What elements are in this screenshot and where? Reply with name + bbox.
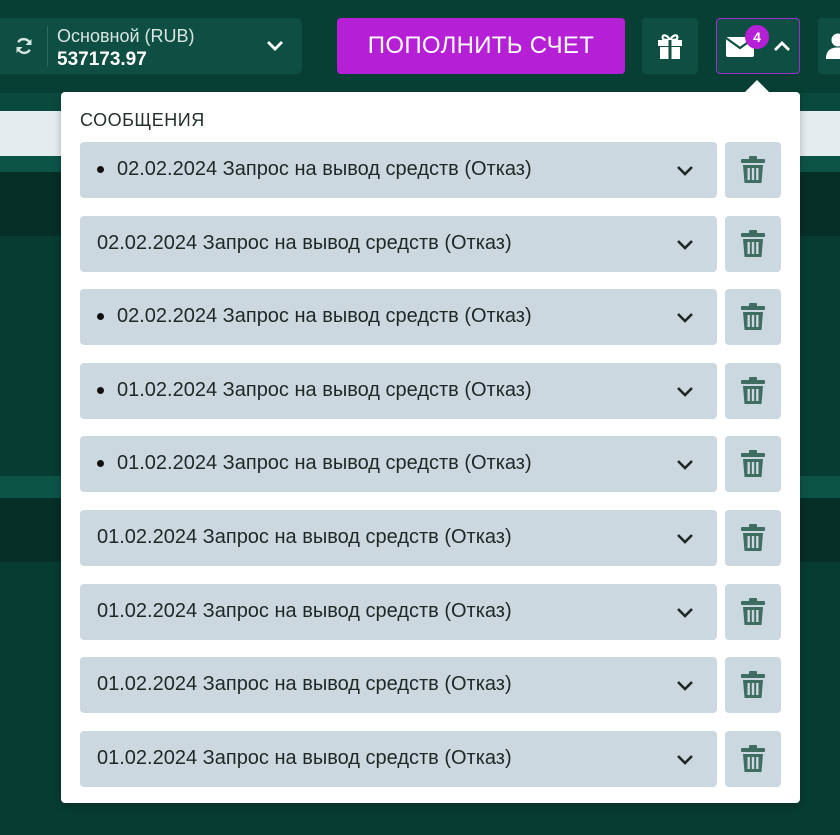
message-subject: 01.02.2024 Запрос на вывод средств (Отка… [97, 673, 512, 695]
message-subject: 02.02.2024 Запрос на вывод средств (Отка… [97, 232, 512, 254]
gift-button[interactable] [642, 18, 698, 74]
message-subject: 02.02.2024 Запрос на вывод средств (Отка… [117, 158, 532, 180]
chevron-down-icon[interactable] [265, 38, 285, 54]
message-item[interactable]: 01.02.2024 Запрос на вывод средств (Отка… [80, 436, 717, 492]
gift-icon [658, 34, 682, 59]
message-subject: 01.02.2024 Запрос на вывод средств (Отка… [117, 452, 532, 474]
message-item[interactable]: 02.02.2024 Запрос на вывод средств (Отка… [80, 289, 717, 345]
unread-dot-icon [97, 387, 104, 394]
unread-dot-icon [97, 460, 104, 467]
delete-message-button[interactable] [725, 142, 781, 198]
account-name: Основной (RUB) [57, 26, 195, 46]
chevron-down-icon[interactable] [675, 679, 695, 698]
chevron-down-icon[interactable] [675, 753, 695, 772]
delete-message-button[interactable] [725, 436, 781, 492]
message-subject: 01.02.2024 Запрос на вывод средств (Отка… [97, 526, 512, 548]
balance-amount: 537173.97 [57, 49, 147, 70]
message-subject: 02.02.2024 Запрос на вывод средств (Отка… [117, 305, 532, 327]
message-item[interactable]: 01.02.2024 Запрос на вывод средств (Отка… [80, 510, 717, 566]
unread-dot-icon [97, 166, 104, 173]
deposit-button[interactable]: ПОПОЛНИТЬ СЧЕТ [337, 18, 625, 74]
unread-dot-icon [97, 313, 104, 320]
message-subject: 01.02.2024 Запрос на вывод средств (Отка… [97, 600, 512, 622]
messages-button[interactable]: 4 [716, 18, 800, 74]
chevron-down-icon[interactable] [675, 311, 695, 330]
message-item[interactable]: 02.02.2024 Запрос на вывод средств (Отка… [80, 216, 717, 272]
chevron-down-icon[interactable] [675, 164, 695, 183]
delete-message-button[interactable] [725, 289, 781, 345]
delete-message-button[interactable] [725, 510, 781, 566]
delete-message-button[interactable] [725, 657, 781, 713]
balance-selector[interactable]: Основной (RUB) 537173.97 [0, 18, 302, 74]
chevron-down-icon[interactable] [675, 385, 695, 404]
delete-message-button[interactable] [725, 216, 781, 272]
user-icon [826, 33, 840, 59]
refresh-icon[interactable] [14, 36, 34, 56]
messages-dropdown: СООБЩЕНИЯ 02.02.2024 Запрос на вывод сре… [61, 80, 800, 803]
divider [47, 26, 48, 66]
delete-message-button[interactable] [725, 363, 781, 419]
dropdown-caret [745, 80, 769, 92]
delete-message-button[interactable] [725, 731, 781, 787]
chevron-down-icon[interactable] [675, 238, 695, 257]
message-item[interactable]: 01.02.2024 Запрос на вывод средств (Отка… [80, 731, 717, 787]
unread-count-badge: 4 [745, 25, 769, 49]
delete-message-button[interactable] [725, 584, 781, 640]
chevron-up-icon [774, 41, 790, 51]
chevron-down-icon[interactable] [675, 606, 695, 625]
chevron-down-icon[interactable] [675, 458, 695, 477]
message-subject: 01.02.2024 Запрос на вывод средств (Отка… [117, 379, 532, 401]
message-item[interactable]: 01.02.2024 Запрос на вывод средств (Отка… [80, 584, 717, 640]
user-profile-button[interactable] [818, 18, 840, 74]
message-item[interactable]: 01.02.2024 Запрос на вывод средств (Отка… [80, 363, 717, 419]
panel-title: СООБЩЕНИЯ [80, 110, 205, 130]
message-item[interactable]: 02.02.2024 Запрос на вывод средств (Отка… [80, 142, 717, 198]
message-item[interactable]: 01.02.2024 Запрос на вывод средств (Отка… [80, 657, 717, 713]
chevron-down-icon[interactable] [675, 532, 695, 551]
message-subject: 01.02.2024 Запрос на вывод средств (Отка… [97, 747, 512, 769]
